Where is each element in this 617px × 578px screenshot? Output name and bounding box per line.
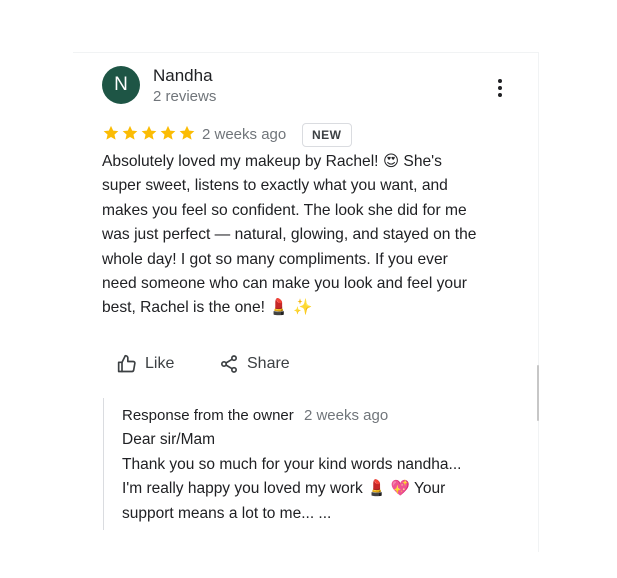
- scrollbar[interactable]: [537, 365, 539, 421]
- star-rating: [102, 124, 196, 142]
- author-review-count: 2 reviews: [153, 88, 217, 105]
- owner-response-date: 2 weeks ago: [303, 407, 389, 424]
- review-date: 2 weeks ago: [202, 126, 287, 143]
- new-badge: NEW: [302, 123, 352, 147]
- share-button[interactable]: Share: [219, 352, 290, 376]
- share-icon: [221, 355, 237, 373]
- thumbs-up-icon: [117, 354, 136, 373]
- star-icon: [160, 125, 176, 140]
- owner-response-header: Response from the owner 2 weeks ago: [122, 404, 503, 428]
- avatar-initial: N: [114, 74, 128, 95]
- star-icon: [141, 125, 157, 140]
- owner-response-text: Dear sir/Mam Thank you so much for your …: [122, 431, 462, 522]
- owner-response-title: Response from the owner: [122, 407, 294, 424]
- avatar[interactable]: N: [102, 66, 140, 104]
- star-icon: [103, 125, 119, 140]
- share-label: Share: [247, 355, 290, 372]
- star-icon: [122, 125, 138, 140]
- like-label: Like: [145, 355, 175, 372]
- more-options-icon[interactable]: [488, 76, 512, 100]
- star-icon: [179, 125, 195, 140]
- review-text: Absolutely loved my makeup by Rachel! 😍 …: [102, 153, 477, 317]
- owner-response: Response from the owner 2 weeks ago Dear…: [103, 398, 503, 530]
- author-name[interactable]: Nandha: [153, 66, 213, 86]
- like-button[interactable]: Like: [117, 352, 174, 376]
